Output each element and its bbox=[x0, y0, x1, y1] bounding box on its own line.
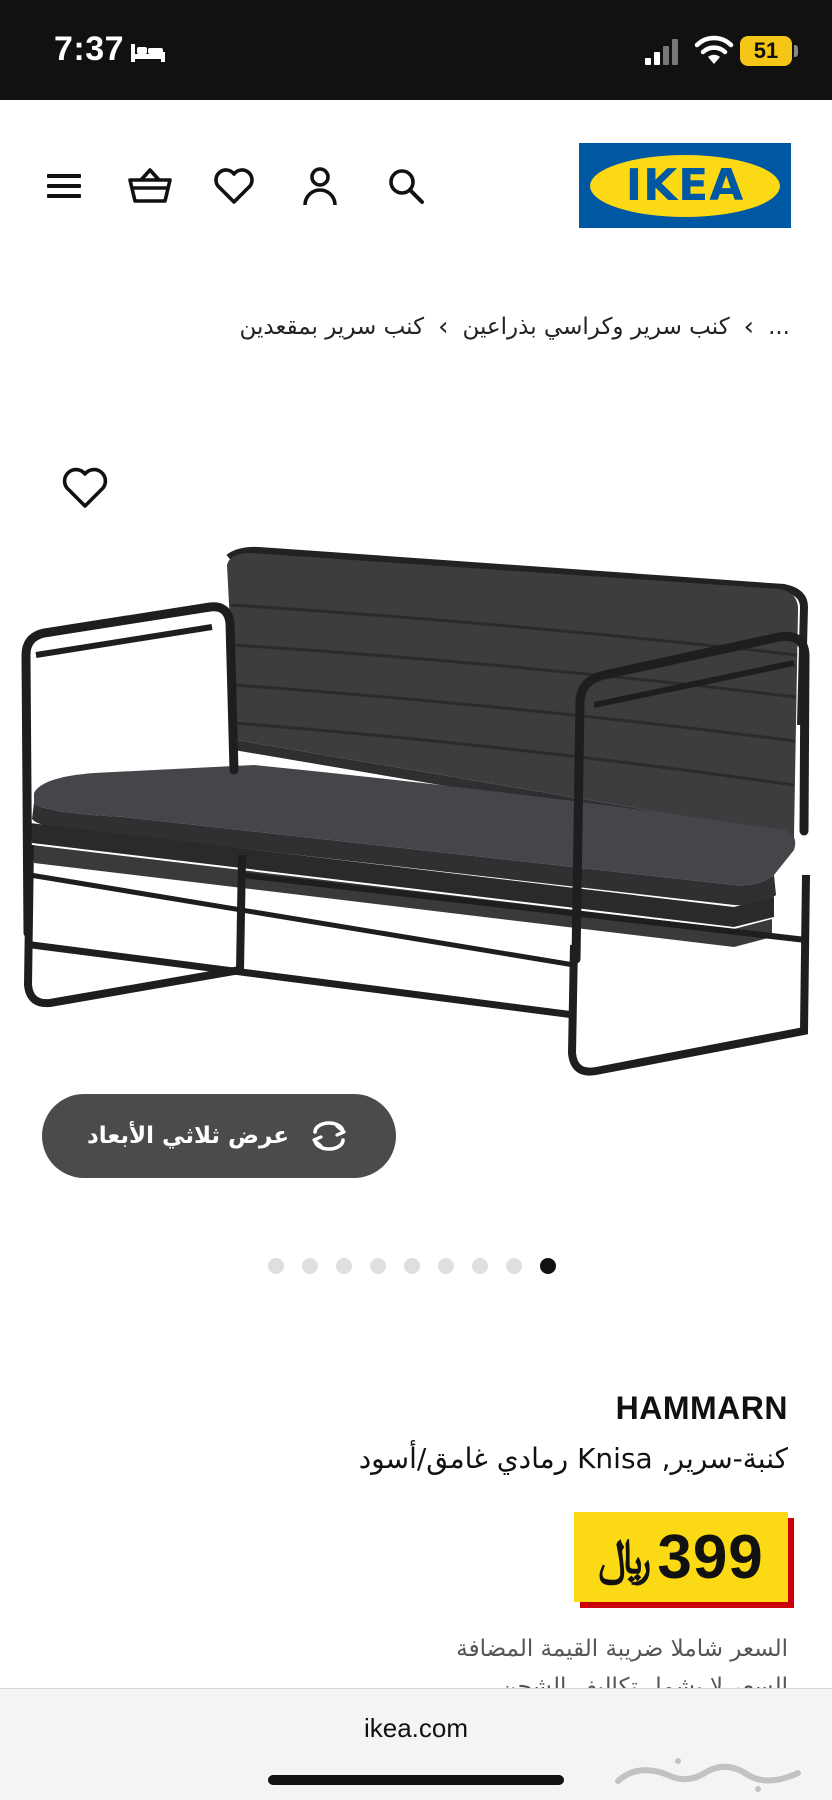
product-name: HAMMARN bbox=[615, 1390, 788, 1426]
menu-icon[interactable] bbox=[40, 162, 88, 210]
battery-tip bbox=[794, 45, 798, 57]
logo-oval: IKEA bbox=[590, 154, 780, 217]
search-icon[interactable] bbox=[382, 162, 430, 210]
breadcrumb-separator: › bbox=[743, 312, 755, 342]
breadcrumb-item-two-seat-sofa-beds[interactable]: كنب سرير بمقعدين bbox=[240, 314, 425, 340]
user-icon[interactable] bbox=[296, 162, 344, 210]
battery-indicator: 51 bbox=[740, 36, 792, 66]
url-text[interactable]: ikea.com bbox=[0, 1713, 832, 1744]
breadcrumb-item-sofa-beds-armchairs[interactable]: كنب سرير وكراسي بذراعين bbox=[462, 314, 729, 340]
add-to-favorites-heart-icon[interactable] bbox=[62, 466, 108, 510]
shipping-note: السعر لا يشمل تكاليف الشحن bbox=[500, 1674, 788, 1688]
breadcrumb-ellipsis[interactable]: ... bbox=[768, 314, 790, 340]
carousel-dot[interactable] bbox=[506, 1258, 522, 1274]
ikea-logo[interactable]: IKEA bbox=[579, 143, 791, 228]
price-value: 399 bbox=[657, 1522, 764, 1592]
currency-symbol: ﷼ bbox=[598, 1528, 652, 1585]
price-tag: ﷼ 399 bbox=[574, 1512, 794, 1608]
vat-note: السعر شاملا ضريبة القيمة المضافة bbox=[456, 1636, 788, 1662]
carousel-dot[interactable] bbox=[336, 1258, 352, 1274]
wifi-icon bbox=[694, 35, 734, 64]
heart-icon[interactable] bbox=[210, 162, 258, 210]
bed-icon bbox=[131, 44, 165, 62]
site-header: IKEA bbox=[0, 100, 832, 270]
basket-icon[interactable] bbox=[126, 162, 174, 210]
cellular-signal-icon bbox=[645, 39, 678, 65]
carousel-dot[interactable] bbox=[370, 1258, 386, 1274]
product-description: كنبة-سرير, Knisa رمادي غامق/أسود bbox=[358, 1442, 788, 1475]
carousel-dot[interactable] bbox=[438, 1258, 454, 1274]
breadcrumb-separator: › bbox=[438, 312, 449, 342]
view-3d-button[interactable]: عرض ثلاثي الأبعاد bbox=[42, 1094, 396, 1178]
rotate-3d-icon bbox=[312, 1121, 346, 1151]
price-box: ﷼ 399 bbox=[574, 1512, 788, 1602]
logo-text: IKEA bbox=[625, 160, 745, 211]
view-3d-label: عرض ثلاثي الأبعاد bbox=[86, 1123, 290, 1149]
carousel-dot[interactable] bbox=[302, 1258, 318, 1274]
product-image-sofa-bed[interactable] bbox=[14, 545, 820, 1090]
home-indicator[interactable] bbox=[268, 1775, 564, 1785]
carousel-dot-active[interactable] bbox=[540, 1258, 556, 1274]
carousel-dot[interactable] bbox=[268, 1258, 284, 1274]
breadcrumb: ... › كنب سرير وكراسي بذراعين › كنب سرير… bbox=[240, 312, 791, 342]
browser-url-bar[interactable]: ikea.com bbox=[0, 1688, 832, 1800]
status-bar: 7:37 51 bbox=[0, 0, 832, 100]
carousel-dot[interactable] bbox=[472, 1258, 488, 1274]
status-time: 7:37 bbox=[54, 30, 125, 68]
image-carousel-dots bbox=[268, 1258, 556, 1274]
haraj-watermark-logo bbox=[615, 1758, 801, 1792]
carousel-dot[interactable] bbox=[404, 1258, 420, 1274]
